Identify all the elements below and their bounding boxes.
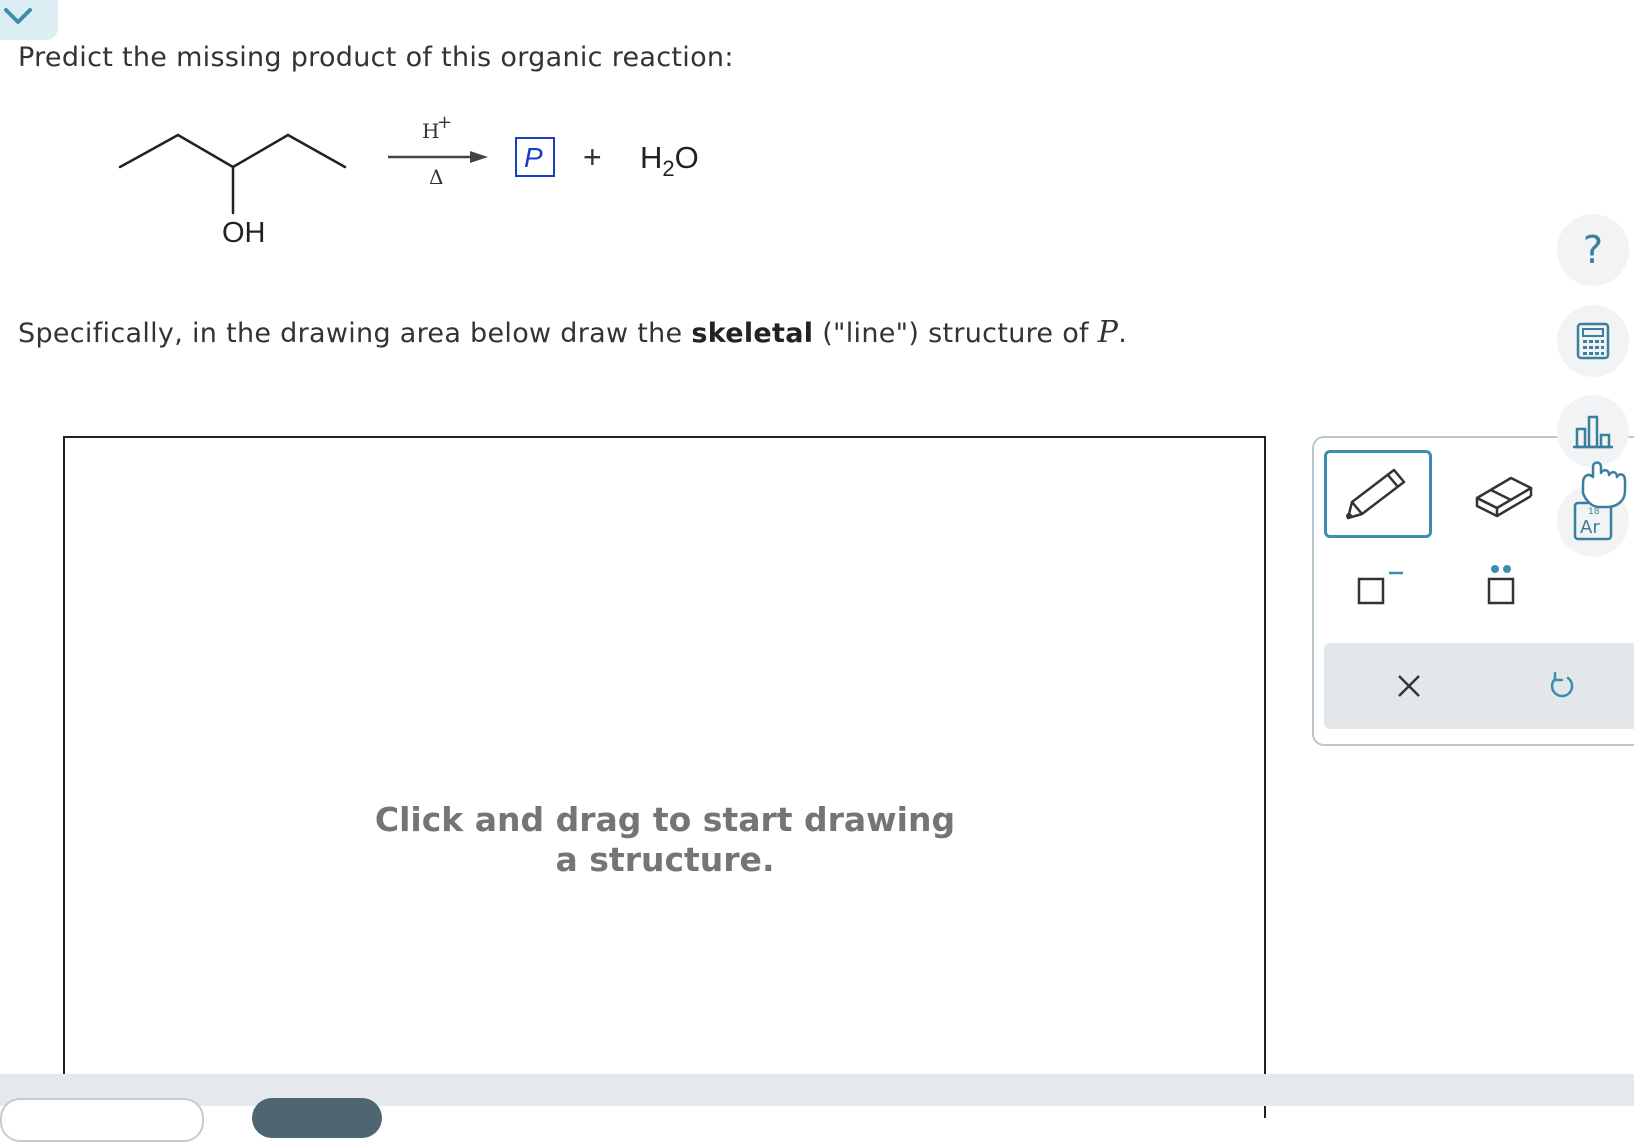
- question-prompt: Predict the missing product of this orga…: [18, 42, 734, 73]
- help-button[interactable]: ?: [1557, 214, 1629, 286]
- byproduct-water: H2O: [640, 140, 699, 181]
- charge-icon: [1357, 571, 1403, 605]
- charge-tool[interactable]: [1328, 548, 1428, 630]
- reagent-heat: Δ: [429, 165, 443, 189]
- check-button[interactable]: [252, 1098, 382, 1138]
- product-variable: P: [1097, 315, 1119, 350]
- reagent-charge: +: [437, 112, 452, 133]
- lone-pair-tool[interactable]: [1452, 548, 1552, 630]
- svg-text:Ar: Ar: [1580, 517, 1600, 538]
- bottom-bar: [0, 1074, 1634, 1106]
- help-icon: ?: [1582, 228, 1604, 272]
- keyword-skeletal: skeletal: [691, 318, 814, 349]
- lone-pair-icon: [1487, 565, 1515, 605]
- clear-icon: [1398, 675, 1420, 697]
- pencil-icon: [1346, 468, 1406, 520]
- plus-sign: +: [583, 139, 602, 175]
- eraser-icon: [1475, 476, 1533, 518]
- chevron-down-icon: [4, 8, 32, 24]
- reaction-arrowhead: [470, 151, 488, 163]
- product-label: P: [524, 142, 543, 173]
- undo-icon: [1550, 671, 1574, 698]
- clear-button[interactable]: [1374, 653, 1444, 719]
- collapse-button[interactable]: [0, 0, 58, 40]
- reactant-skeleton: [118, 133, 347, 215]
- pencil-tool[interactable]: [1324, 450, 1432, 538]
- calculator-icon: [1576, 322, 1610, 360]
- drawing-canvas[interactable]: Click and drag to start drawing a struct…: [63, 436, 1266, 1118]
- undo-button[interactable]: [1527, 653, 1597, 719]
- reaction-scheme: OH H + Δ P + H2O: [118, 112, 699, 249]
- reactant-group-label: OH: [222, 217, 266, 249]
- eraser-tool[interactable]: [1454, 452, 1554, 534]
- bar-chart-icon: [1573, 415, 1613, 449]
- canvas-hint: Click and drag to start drawing a struct…: [374, 800, 956, 879]
- calculator-button[interactable]: [1557, 305, 1629, 377]
- hand-cursor-icon: [1581, 461, 1627, 509]
- action-bar: [1324, 643, 1634, 729]
- explanation-button[interactable]: [0, 1098, 204, 1142]
- drawing-instructions: Specifically, in the drawing area below …: [18, 315, 1128, 350]
